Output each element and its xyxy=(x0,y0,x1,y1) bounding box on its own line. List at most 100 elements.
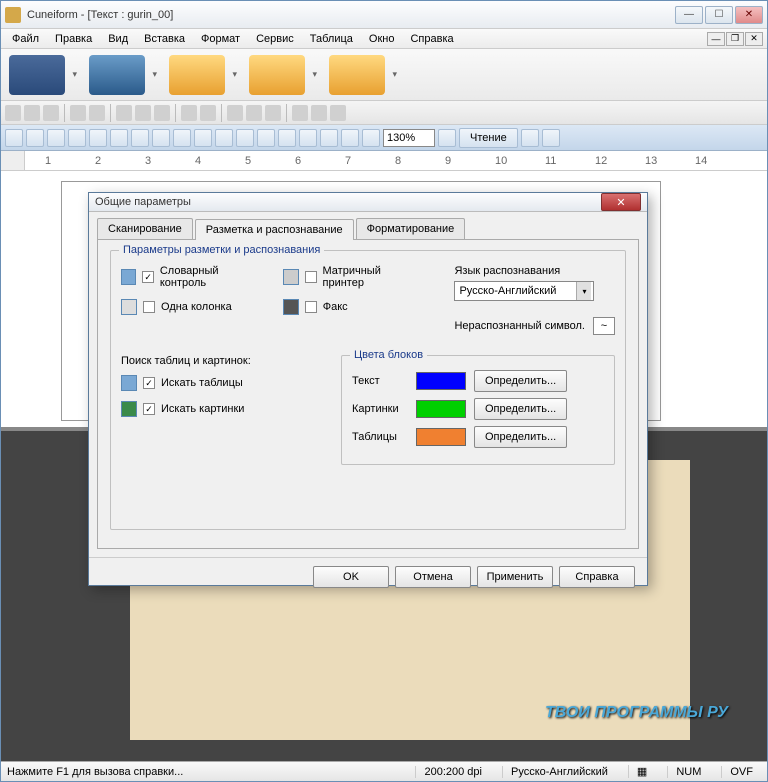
horizontal-ruler[interactable]: 1 2 3 4 5 6 7 8 9 10 11 12 13 14 xyxy=(25,151,767,170)
define-tables-color-button[interactable]: Определить... xyxy=(474,426,567,448)
size-icon[interactable] xyxy=(47,129,65,147)
redo-icon[interactable] xyxy=(200,105,216,121)
fax-checkbox[interactable] xyxy=(305,301,317,313)
ok-button[interactable]: OK xyxy=(313,566,389,588)
tab-scanning[interactable]: Сканирование xyxy=(97,218,193,239)
define-pics-color-button[interactable]: Определить... xyxy=(474,398,567,420)
save-icon[interactable] xyxy=(43,105,59,121)
one-column-checkbox[interactable] xyxy=(143,301,155,313)
indent-inc-icon[interactable] xyxy=(278,129,296,147)
unrecognized-char-input[interactable] xyxy=(593,317,615,335)
menu-view[interactable]: Вид xyxy=(101,31,135,47)
export-tool-icon[interactable] xyxy=(329,55,385,95)
menu-edit[interactable]: Правка xyxy=(48,31,99,47)
paste-icon[interactable] xyxy=(154,105,170,121)
cut-icon[interactable] xyxy=(116,105,132,121)
scan-tool-icon[interactable] xyxy=(89,55,145,95)
indent-dec-icon[interactable] xyxy=(257,129,275,147)
status-grid-icon: ▦ xyxy=(628,765,655,778)
menu-table[interactable]: Таблица xyxy=(303,31,360,47)
find-icon[interactable] xyxy=(227,105,243,121)
status-hint: Нажмите F1 для вызова справки... xyxy=(7,766,403,778)
mdi-close[interactable]: ✕ xyxy=(745,32,763,46)
dict-checkbox[interactable] xyxy=(142,271,154,283)
close-button[interactable]: ✕ xyxy=(735,6,763,24)
tables-icon[interactable] xyxy=(246,105,262,121)
list-bullet-icon[interactable] xyxy=(215,129,233,147)
border-icon[interactable] xyxy=(299,129,317,147)
status-ovf: OVF xyxy=(721,766,761,778)
menubar: Файл Правка Вид Вставка Формат Сервис Та… xyxy=(1,29,767,49)
color-tables-swatch xyxy=(416,428,466,446)
fax-icon xyxy=(283,299,299,315)
dot-matrix-checkbox[interactable] xyxy=(305,271,317,283)
wizard-tool-icon[interactable] xyxy=(9,55,65,95)
zoom-icon[interactable] xyxy=(292,105,308,121)
menu-format[interactable]: Формат xyxy=(194,31,247,47)
menu-window[interactable]: Окно xyxy=(362,31,402,47)
list-number-icon[interactable] xyxy=(236,129,254,147)
help-button[interactable]: Справка xyxy=(559,566,635,588)
new-icon[interactable] xyxy=(5,105,21,121)
recognize-tool-icon[interactable] xyxy=(249,55,305,95)
colors-group: Цвета блоков Текст Определить... Картинк… xyxy=(341,355,615,465)
preview-icon[interactable] xyxy=(89,105,105,121)
dialog-close-button[interactable]: ✕ xyxy=(601,193,641,211)
underline-icon[interactable] xyxy=(110,129,128,147)
layout-tool-icon[interactable] xyxy=(169,55,225,95)
speak-icon[interactable] xyxy=(521,129,539,147)
minimize-button[interactable]: — xyxy=(675,6,703,24)
tab-panel: Параметры разметки и распознавания Слова… xyxy=(97,239,639,549)
highlight-icon[interactable] xyxy=(320,129,338,147)
columns-icon[interactable] xyxy=(265,105,281,121)
separator xyxy=(221,104,222,122)
cancel-button[interactable]: Отмена xyxy=(395,566,471,588)
maximize-button[interactable]: ☐ xyxy=(705,6,733,24)
tab-formatting[interactable]: Форматирование xyxy=(356,218,466,239)
style-icon[interactable] xyxy=(5,129,23,147)
paragraph-icon[interactable] xyxy=(362,129,380,147)
color-text-label: Текст xyxy=(352,375,408,387)
dialog-button-row: OK Отмена Применить Справка xyxy=(89,557,647,596)
font-icon[interactable] xyxy=(26,129,44,147)
search-pictures-checkbox[interactable] xyxy=(143,403,155,415)
format-toolbar: 130% Чтение xyxy=(1,125,767,151)
help-icon[interactable] xyxy=(311,105,327,121)
tab-layout-recognition[interactable]: Разметка и распознавание xyxy=(195,219,354,240)
align-center-icon[interactable] xyxy=(152,129,170,147)
separator xyxy=(286,104,287,122)
app-icon xyxy=(5,7,21,23)
read-button-label: Чтение xyxy=(470,132,507,144)
cursor-icon[interactable] xyxy=(330,105,346,121)
ruler-mark: 14 xyxy=(695,155,707,167)
align-right-icon[interactable] xyxy=(173,129,191,147)
language-label: Язык распознавания xyxy=(454,265,615,277)
justify-icon[interactable] xyxy=(194,129,212,147)
apply-button[interactable]: Применить xyxy=(477,566,553,588)
bold-icon[interactable] xyxy=(68,129,86,147)
menu-service[interactable]: Сервис xyxy=(249,31,301,47)
ruler-mark: 13 xyxy=(645,155,657,167)
copy-icon[interactable] xyxy=(135,105,151,121)
zoom-combo[interactable]: 130% xyxy=(383,129,435,147)
search-tables-checkbox[interactable] xyxy=(143,377,155,389)
stop-icon[interactable] xyxy=(542,129,560,147)
ruler-mark: 7 xyxy=(345,155,351,167)
print-icon[interactable] xyxy=(70,105,86,121)
menu-insert[interactable]: Вставка xyxy=(137,31,192,47)
define-text-color-button[interactable]: Определить... xyxy=(474,370,567,392)
undo-icon[interactable] xyxy=(181,105,197,121)
info-icon[interactable] xyxy=(438,129,456,147)
language-combo[interactable]: Русско-Английский xyxy=(454,281,594,301)
open-icon[interactable] xyxy=(24,105,40,121)
mdi-restore[interactable]: ❐ xyxy=(726,32,744,46)
fontcolor-icon[interactable] xyxy=(341,129,359,147)
read-button[interactable]: Чтение xyxy=(459,128,518,148)
menu-help[interactable]: Справка xyxy=(403,31,460,47)
ruler-mark: 8 xyxy=(395,155,401,167)
mdi-minimize[interactable]: — xyxy=(707,32,725,46)
menu-file[interactable]: Файл xyxy=(5,31,46,47)
align-left-icon[interactable] xyxy=(131,129,149,147)
italic-icon[interactable] xyxy=(89,129,107,147)
table-search-icon xyxy=(121,375,137,391)
